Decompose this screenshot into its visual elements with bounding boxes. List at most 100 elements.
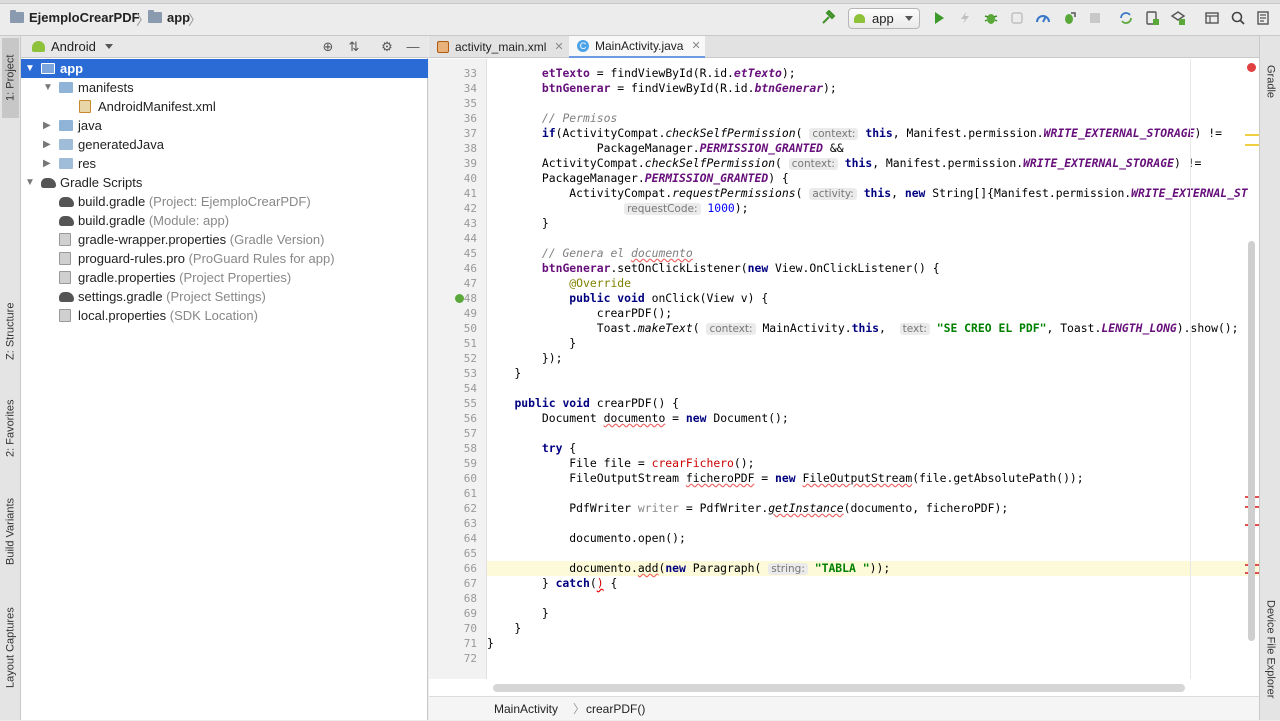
tree-item[interactable]: settings.gradle (Project Settings) [21,287,428,306]
code-line[interactable] [487,231,1259,246]
code-line[interactable] [487,651,1259,666]
tree-item[interactable]: build.gradle (Module: app) [21,211,428,230]
code-line[interactable]: PackageManager.PERMISSION_GRANTED && [487,141,1259,156]
code-line[interactable]: public void crearPDF() { [487,396,1259,411]
code-line[interactable]: } catch() { [487,576,1259,591]
override-marker-icon[interactable] [455,294,464,303]
code-line[interactable]: try { [487,441,1259,456]
chevron-down-icon[interactable]: ▼ [25,59,35,78]
code-area[interactable]: etTexto = findViewById(R.id.etTexto); bt… [487,59,1259,679]
chevron-right-icon[interactable]: ▶ [43,135,53,154]
code-line[interactable]: etTexto = findViewById(R.id.etTexto); [487,66,1259,81]
chevron-right-icon[interactable]: ▶ [43,154,53,173]
code-line[interactable] [487,516,1259,531]
tree-item[interactable]: gradle.properties (Project Properties) [21,268,428,287]
chevron-right-icon[interactable]: ▶ [43,116,53,135]
tab-activity-main-xml[interactable]: activity_main.xml ✕ [429,36,567,58]
project-structure-icon[interactable] [1204,10,1220,26]
code-line[interactable]: FileOutputStream ficheroPDF = new FileOu… [487,471,1259,486]
tree-item[interactable]: ▼ manifests [21,78,428,97]
tool-tab-gradle[interactable]: Gradle [1263,52,1278,112]
stop-icon[interactable] [1087,10,1103,26]
tree-item[interactable]: ▼ Gradle Scripts [21,173,428,192]
locate-icon[interactable]: ⊕ [320,39,336,55]
search-icon[interactable] [1230,10,1246,26]
tree-item[interactable]: ▼ app [21,59,428,78]
code-line[interactable]: btnGenerar = findViewById(R.id.btnGenera… [487,81,1259,96]
code-line[interactable]: Toast.makeText( context: MainActivity.th… [487,321,1259,336]
code-line[interactable]: crearPDF(); [487,306,1259,321]
breadcrumb-method[interactable]: crearPDF() [586,697,645,721]
profiler-icon[interactable] [1035,10,1051,26]
chevron-down-icon[interactable]: ▼ [25,173,35,192]
code-line[interactable]: } [487,366,1259,381]
code-line[interactable]: } [487,336,1259,351]
code-line[interactable] [487,96,1259,111]
run-configuration-select[interactable]: app [848,8,920,29]
horizontal-scrollbar[interactable] [493,684,1185,692]
apply-changes-icon[interactable] [957,10,973,26]
breadcrumb-module[interactable]: app [148,10,190,25]
tool-tab-structure[interactable]: Z: Structure [2,291,19,371]
code-line[interactable]: Document documento = new Document(); [487,411,1259,426]
close-icon[interactable]: ✕ [554,36,563,58]
tree-item[interactable]: ▶ res [21,154,428,173]
code-line[interactable]: public void onClick(View v) { [487,291,1259,306]
coverage-icon[interactable] [1009,10,1025,26]
line-number-gutter[interactable]: 33 34 35 36 37 38 39 40 41 42 43 44 45 46 47 48 49 50 51 52… [429,59,487,679]
tree-item[interactable]: build.gradle (Project: EjemploCrearPDF) [21,192,428,211]
chevron-down-icon[interactable]: ▼ [43,78,53,97]
code-line[interactable]: } [487,216,1259,231]
breadcrumb-project[interactable]: EjemploCrearPDF [10,10,140,25]
code-line[interactable]: ActivityCompat.requestPermissions( activ… [487,186,1259,201]
tree-item[interactable]: proguard-rules.pro (ProGuard Rules for a… [21,249,428,268]
code-line[interactable]: btnGenerar.setOnClickListener(new View.O… [487,261,1259,276]
tool-tab-favorites[interactable]: 2: Favorites [2,388,19,468]
code-line[interactable] [487,546,1259,561]
code-line[interactable]: ActivityCompat.checkSelfPermission( cont… [487,156,1259,171]
tree-item[interactable]: ▶ java [21,116,428,135]
tool-tab-project[interactable]: 1: Project [2,38,19,118]
close-icon[interactable]: ✕ [691,35,700,57]
code-line[interactable] [487,591,1259,606]
tool-tab-build-variants[interactable]: Build Variants [2,486,19,576]
code-line[interactable]: } [487,606,1259,621]
tree-item[interactable]: AndroidManifest.xml [21,97,428,116]
code-line[interactable]: PdfWriter writer = PdfWriter.getInstance… [487,501,1259,516]
tree-item[interactable]: local.properties (SDK Location) [21,306,428,325]
run-icon[interactable] [931,10,947,26]
tab-main-activity-java[interactable]: C MainActivity.java ✕ [569,36,705,58]
hide-panel-icon[interactable]: — [405,39,421,55]
tool-tab-device-file-explorer[interactable]: Device File Explorer [1263,584,1278,714]
debug-icon[interactable] [983,10,999,26]
code-line[interactable]: File file = crearFichero(); [487,456,1259,471]
gear-icon[interactable]: ⚙ [379,39,395,55]
code-line[interactable]: // Genera el documento [487,246,1259,261]
project-view-select[interactable]: Android [32,39,113,54]
sdk-manager-icon[interactable] [1170,10,1186,26]
code-line[interactable]: } [487,621,1259,636]
breadcrumb-class[interactable]: MainActivity [494,697,558,721]
code-line[interactable]: documento.add(new Paragraph( string: "TA… [487,561,1259,576]
event-log-icon[interactable] [1255,10,1271,26]
code-line[interactable] [487,426,1259,441]
code-line[interactable]: requestCode: 1000); [487,201,1259,216]
code-line[interactable]: PackageManager.PERMISSION_GRANTED) { [487,171,1259,186]
sync-gradle-icon[interactable] [1118,10,1134,26]
code-line[interactable]: documento.open(); [487,531,1259,546]
warning-stripe[interactable] [1245,134,1259,136]
attach-debugger-icon[interactable] [1061,10,1077,26]
warning-stripe[interactable] [1245,144,1259,146]
hammer-icon[interactable] [820,10,836,26]
code-line[interactable]: @Override [487,276,1259,291]
code-line[interactable] [487,381,1259,396]
avd-manager-icon[interactable] [1144,10,1160,26]
code-line[interactable] [487,486,1259,501]
code-line[interactable]: // Permisos [487,111,1259,126]
code-line[interactable]: } [487,636,1259,651]
code-line[interactable]: if(ActivityCompat.checkSelfPermission( c… [487,126,1259,141]
vertical-scrollbar[interactable] [1248,241,1255,641]
tool-tab-layout-captures[interactable]: Layout Captures [2,598,19,698]
error-indicator-icon[interactable] [1247,63,1256,72]
code-line[interactable]: }); [487,351,1259,366]
